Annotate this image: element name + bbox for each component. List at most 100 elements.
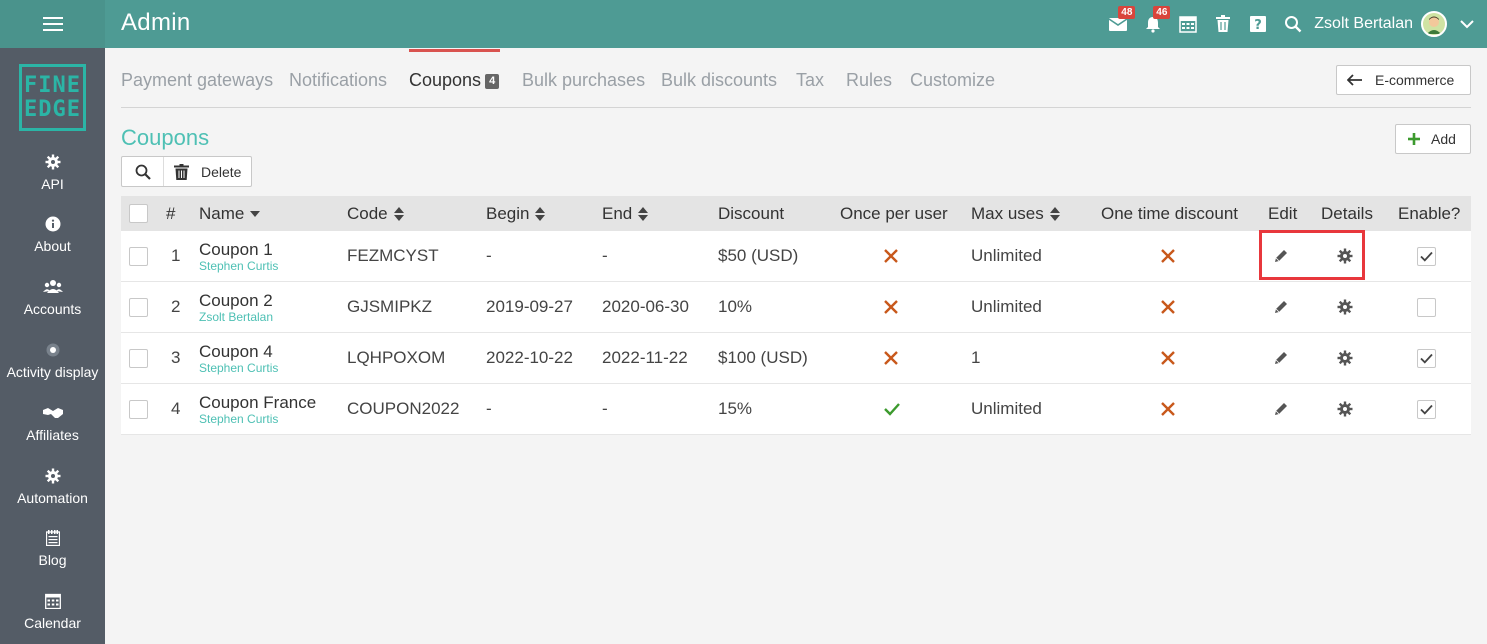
row-checkbox[interactable] bbox=[129, 282, 148, 332]
section-title: Coupons bbox=[121, 125, 210, 150]
cross-icon bbox=[884, 333, 898, 383]
sidebar-item-accounts[interactable]: Accounts bbox=[0, 267, 105, 327]
details-gear-icon[interactable] bbox=[1337, 333, 1353, 383]
coupon-owner-link[interactable]: Stephen Curtis bbox=[199, 361, 278, 375]
edit-pencil-icon[interactable] bbox=[1273, 282, 1289, 332]
coupon-owner-link[interactable]: Stephen Curtis bbox=[199, 412, 278, 426]
col-name[interactable]: Name bbox=[199, 196, 261, 231]
user-name[interactable]: Zsolt Bertalan bbox=[1314, 15, 1413, 33]
add-coupon-button[interactable]: Add bbox=[1395, 124, 1471, 154]
enable-checkbox[interactable] bbox=[1417, 282, 1436, 332]
chevron-down-icon[interactable] bbox=[1447, 0, 1487, 48]
col-begin[interactable]: Begin bbox=[486, 196, 546, 231]
coupon-name-cell: Coupon 1 Stephen Curtis bbox=[199, 231, 278, 281]
tab-notifications[interactable]: Notifications bbox=[289, 70, 387, 91]
sidebar-item-label: API bbox=[41, 176, 64, 192]
edit-pencil-icon[interactable] bbox=[1273, 384, 1289, 434]
tab-customize[interactable]: Customize bbox=[910, 70, 995, 91]
col-edit: Edit bbox=[1268, 203, 1298, 223]
row-checkbox[interactable] bbox=[129, 231, 148, 281]
table-row: 3 Coupon 4 Stephen Curtis LQHPOXOM 2022-10-2… bbox=[121, 333, 1471, 384]
coupon-end: - bbox=[602, 399, 608, 418]
sidebar-item-api[interactable]: API bbox=[0, 142, 105, 202]
notifications-badge: 46 bbox=[1153, 6, 1171, 19]
table-header: # Name Code Begin End Discount Once per … bbox=[121, 196, 1471, 231]
cross-icon bbox=[884, 282, 898, 332]
tab-coupons[interactable]: Coupons 4 bbox=[409, 70, 500, 91]
details-gear-icon[interactable] bbox=[1337, 384, 1353, 434]
coupon-name[interactable]: Coupon France bbox=[199, 393, 316, 412]
sort-icon bbox=[535, 206, 546, 221]
delete-button[interactable]: Delete bbox=[164, 163, 241, 180]
sidebar-item-label: Blog bbox=[38, 552, 67, 568]
col-end[interactable]: End bbox=[602, 196, 649, 231]
coupon-owner-link[interactable]: Stephen Curtis bbox=[199, 259, 278, 273]
mail-icon[interactable]: 48 bbox=[1100, 0, 1136, 48]
avatar[interactable] bbox=[1421, 11, 1447, 37]
coupon-name[interactable]: Coupon 1 bbox=[199, 240, 273, 259]
col-max-uses[interactable]: Max uses bbox=[971, 196, 1060, 231]
sidebar-item-affiliates[interactable]: Affiliates bbox=[0, 393, 105, 453]
sidebar-item-calendar[interactable]: Calendar bbox=[0, 581, 105, 641]
cross-icon bbox=[1161, 333, 1175, 383]
active-tab-indicator bbox=[409, 49, 500, 52]
sidebar-item-about[interactable]: About bbox=[0, 204, 105, 264]
coupon-begin: 2019-09-27 bbox=[486, 297, 573, 316]
details-gear-icon[interactable] bbox=[1337, 282, 1353, 332]
coupon-max-uses: Unlimited bbox=[971, 399, 1042, 418]
tab-payment-gateways[interactable]: Payment gateways bbox=[121, 70, 273, 91]
coupon-max-uses: Unlimited bbox=[971, 297, 1042, 316]
enable-checkbox[interactable] bbox=[1417, 333, 1436, 383]
col-once-per-user: Once per user bbox=[840, 203, 948, 223]
row-checkbox[interactable] bbox=[129, 384, 148, 434]
cross-icon bbox=[1161, 231, 1175, 281]
coupon-owner-link[interactable]: Zsolt Bertalan bbox=[199, 310, 273, 324]
sidebar-item-automation[interactable]: Automation bbox=[0, 456, 105, 516]
details-gear-icon[interactable] bbox=[1337, 231, 1353, 281]
edit-pencil-icon[interactable] bbox=[1273, 333, 1289, 383]
search-icon[interactable] bbox=[1275, 0, 1310, 48]
select-all-checkbox[interactable] bbox=[129, 196, 148, 231]
sidebar-item-blog[interactable]: Blog bbox=[0, 518, 105, 578]
ecommerce-back-button[interactable]: E-commerce bbox=[1336, 65, 1471, 95]
hamburger-icon[interactable] bbox=[0, 0, 105, 48]
row-number: 4 bbox=[171, 399, 181, 418]
arrow-left-icon bbox=[1347, 74, 1363, 86]
gear-icon bbox=[45, 152, 61, 172]
sort-icon bbox=[393, 206, 404, 221]
col-code[interactable]: Code bbox=[347, 196, 404, 231]
handshake-icon bbox=[42, 403, 63, 423]
coupon-code: FEZMCYST bbox=[347, 246, 439, 265]
enable-checkbox[interactable] bbox=[1417, 384, 1436, 434]
calendar-icon[interactable] bbox=[1170, 0, 1205, 48]
logo[interactable]: FINE EDGE bbox=[19, 64, 86, 131]
coupon-begin: - bbox=[486, 399, 492, 418]
coupon-discount: $50 (USD) bbox=[718, 246, 799, 265]
tab-tax[interactable]: Tax bbox=[796, 70, 824, 91]
row-number: 2 bbox=[171, 297, 181, 316]
col-details: Details bbox=[1321, 203, 1373, 223]
cross-icon bbox=[1161, 384, 1175, 434]
coupon-name[interactable]: Coupon 2 bbox=[199, 291, 273, 310]
tab-rules[interactable]: Rules bbox=[846, 70, 892, 91]
calendar-grid-icon bbox=[44, 591, 61, 611]
tab-bar: Payment gateways Notifications Coupons 4 … bbox=[121, 56, 1471, 108]
tab-bulk-purchases[interactable]: Bulk purchases bbox=[522, 70, 645, 91]
row-checkbox[interactable] bbox=[129, 333, 148, 383]
trash-icon[interactable] bbox=[1205, 0, 1240, 48]
edit-pencil-icon[interactable] bbox=[1273, 231, 1289, 281]
coupon-name-cell: Coupon France Stephen Curtis bbox=[199, 384, 316, 434]
search-icon[interactable] bbox=[122, 157, 164, 186]
help-icon[interactable]: ? bbox=[1240, 0, 1275, 48]
table-toolbar: Delete bbox=[121, 156, 252, 187]
sidebar-item-activity-display[interactable]: Activity display bbox=[0, 330, 105, 390]
coupon-name[interactable]: Coupon 4 bbox=[199, 342, 273, 361]
bell-icon[interactable]: 46 bbox=[1135, 0, 1171, 48]
table-row: 4 Coupon France Stephen Curtis COUPON2022 - -… bbox=[121, 384, 1471, 435]
coupon-code: GJSMIPKZ bbox=[347, 297, 433, 316]
enable-checkbox[interactable] bbox=[1417, 231, 1436, 281]
tab-bulk-discounts[interactable]: Bulk discounts bbox=[661, 70, 777, 91]
notepad-icon bbox=[45, 528, 60, 548]
top-bar: Admin 48 46 ? Zsolt Bertalan bbox=[0, 0, 1487, 48]
coupon-name-cell: Coupon 2 Zsolt Bertalan bbox=[199, 282, 273, 332]
